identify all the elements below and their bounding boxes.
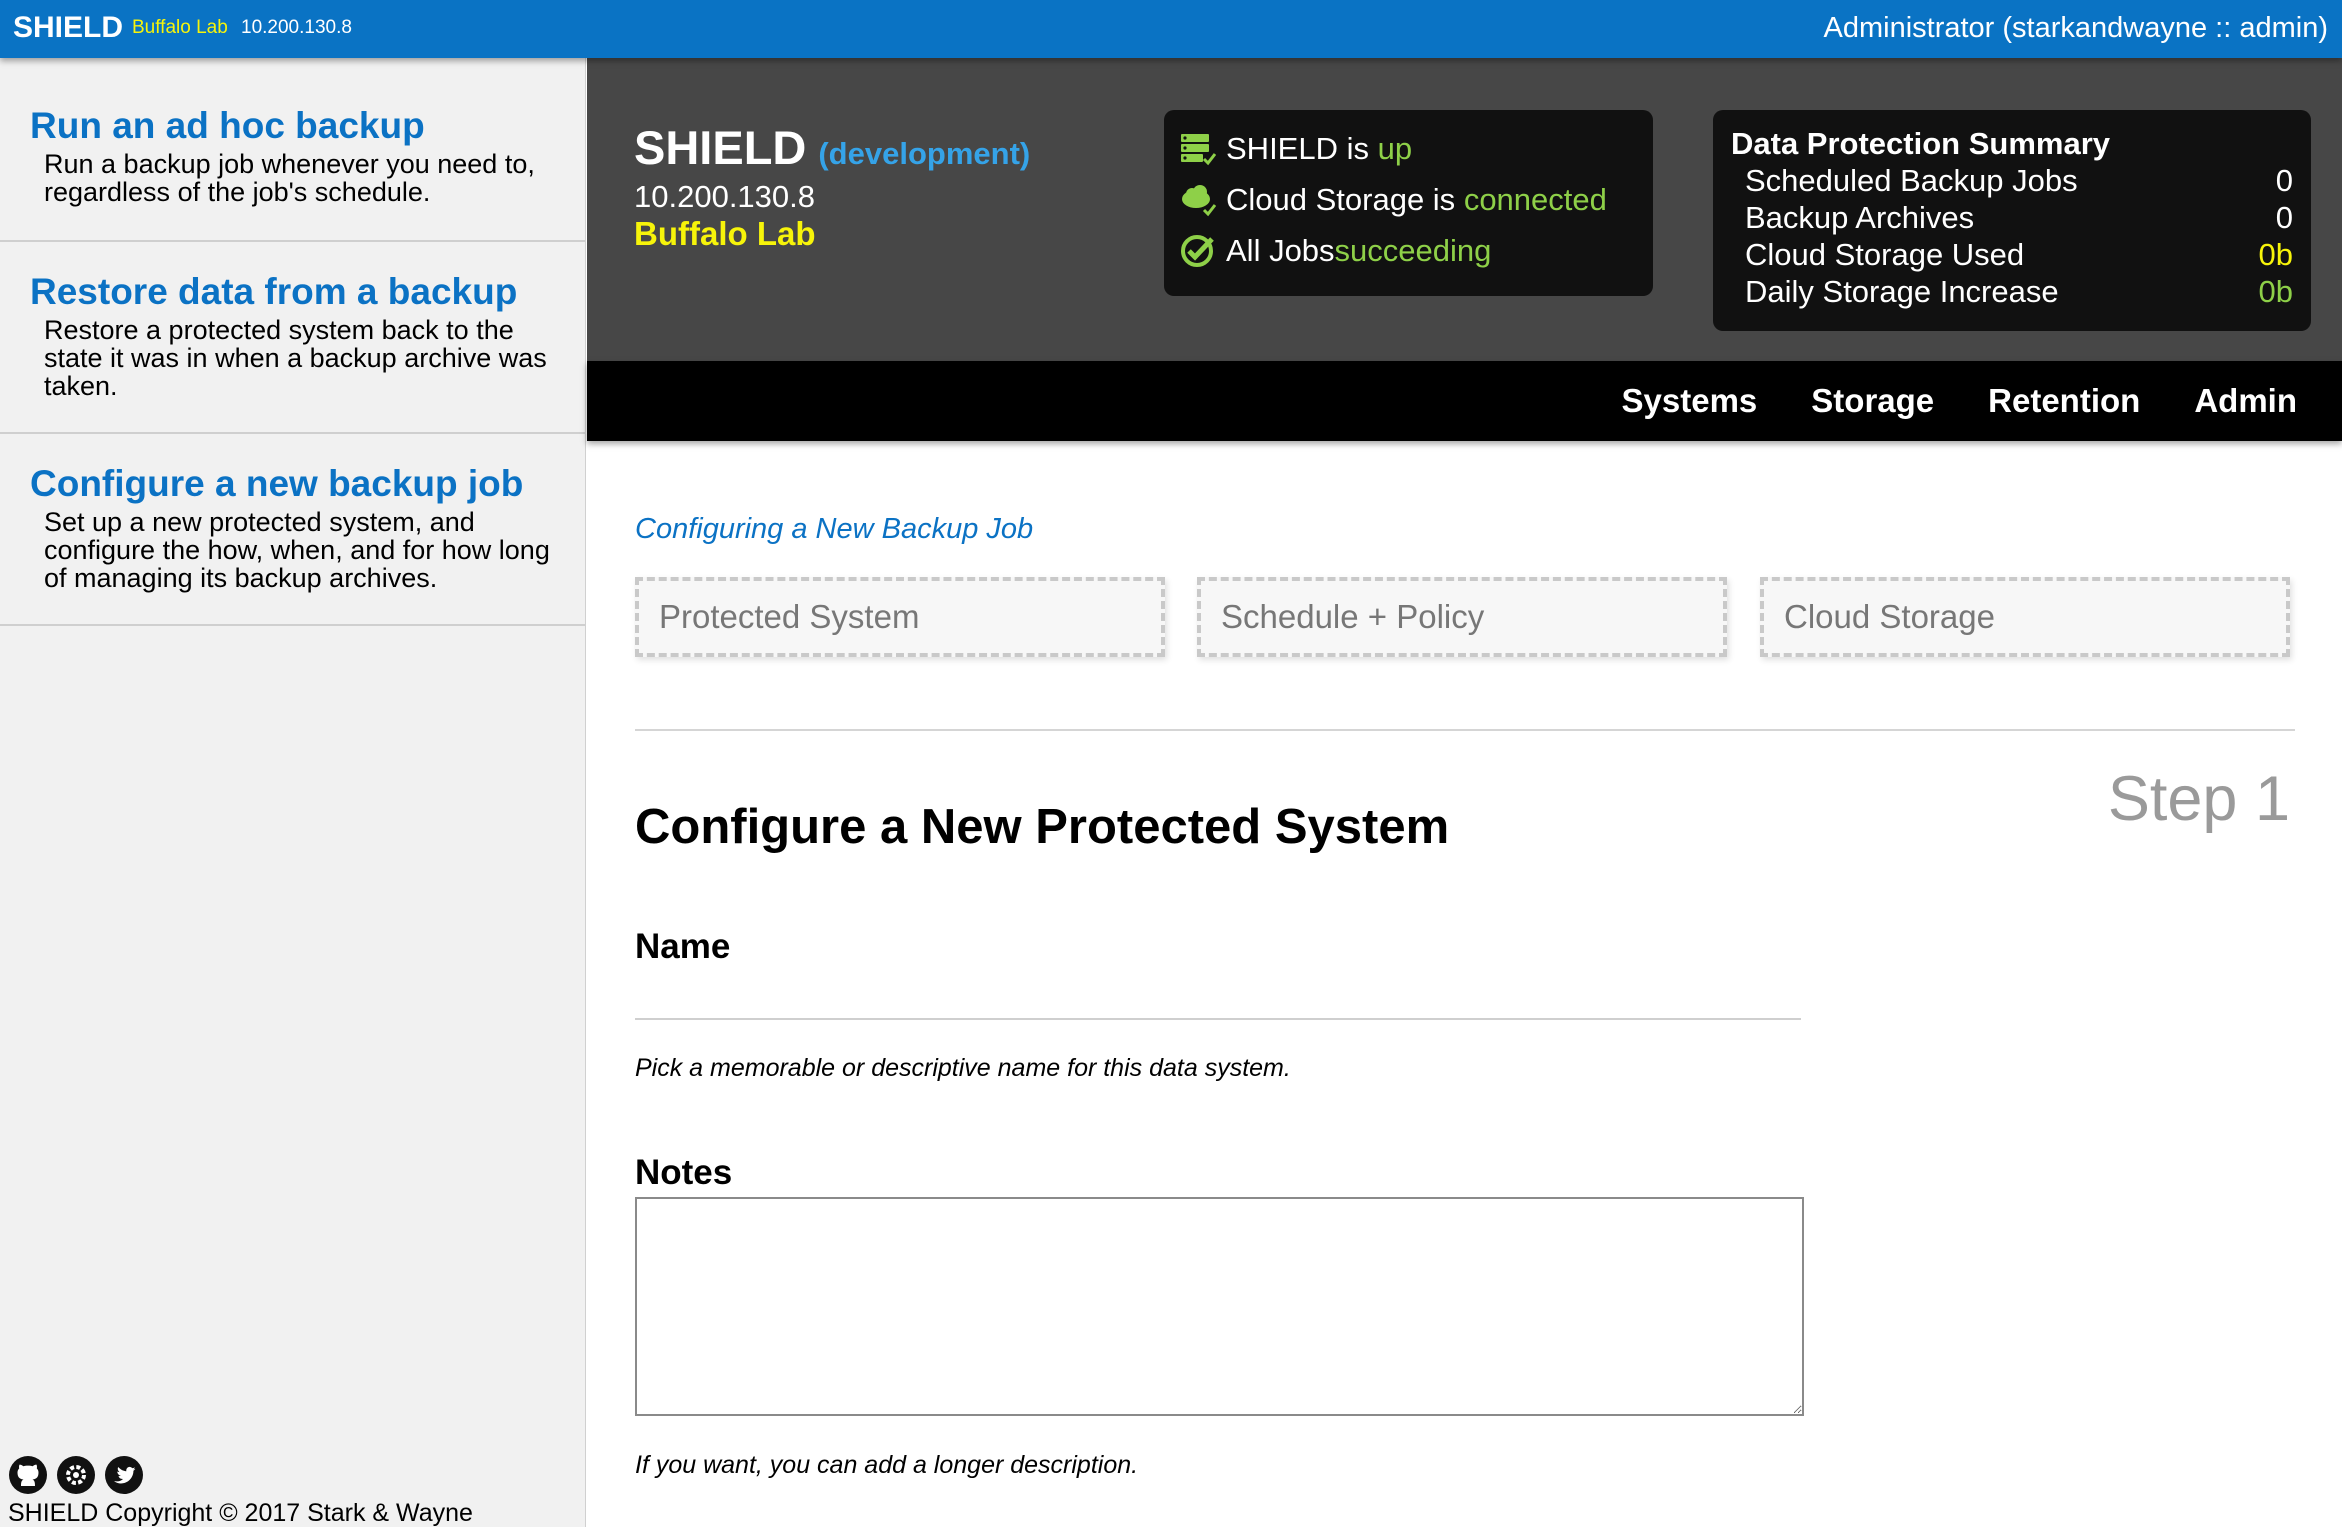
notes-textarea[interactable] xyxy=(635,1197,1804,1416)
cloud-check-icon xyxy=(1182,185,1216,217)
health-status: succeeding xyxy=(1334,233,1492,268)
step-schedule-policy[interactable]: Schedule + Policy xyxy=(1197,577,1727,657)
copyright: SHIELD Copyright © 2017 Stark & Wayne xyxy=(8,1499,473,1527)
footer-icons xyxy=(8,1455,144,1495)
summary-label: Cloud Storage Used xyxy=(1745,237,2025,272)
sidebar-item-description: Restore a protected system back to the s… xyxy=(44,315,547,401)
checkmark-badge-icon xyxy=(1181,235,1214,267)
system-lab: Buffalo Lab xyxy=(634,215,816,252)
health-status: up xyxy=(1377,131,1413,166)
nav-admin[interactable]: Admin xyxy=(2194,381,2297,421)
health-prefix: Cloud Storage is xyxy=(1226,182,1456,217)
health-row-shield: SHIELD is up xyxy=(1180,131,1412,167)
summary-panel: Data Protection Summary Scheduled Backup… xyxy=(1713,110,2311,331)
health-row-cloud: Cloud Storage is connected xyxy=(1180,182,1607,218)
summary-row: Scheduled Backup Jobs 0 xyxy=(1745,163,2293,199)
form-title: Configure a New Protected System xyxy=(635,800,1450,854)
sidebar-item-adhoc-backup[interactable]: Run an ad hoc backup Run a backup job wh… xyxy=(0,58,585,242)
nav-storage[interactable]: Storage xyxy=(1811,381,1934,421)
brand-logo[interactable]: SHIELD xyxy=(13,10,123,46)
breadcrumb: Configuring a New Backup Job xyxy=(635,513,1034,545)
sidebar-item-description: Run a backup job whenever you need to, r… xyxy=(44,149,535,207)
sidebar-item-configure-job[interactable]: Configure a new backup job Set up a new … xyxy=(0,434,585,626)
step-indicator: Step 1 xyxy=(2107,764,2290,834)
system-title: SHIELD (development) xyxy=(634,122,1030,180)
health-prefix: All Jobs xyxy=(1226,233,1335,268)
summary-label: Backup Archives xyxy=(1745,200,1975,235)
sidebar-item-description: Set up a new protected system, and confi… xyxy=(44,507,550,593)
health-status: connected xyxy=(1463,182,1607,217)
name-help-text: Pick a memorable or descriptive name for… xyxy=(635,1054,1291,1082)
summary-value: 0b xyxy=(2258,237,2293,272)
nav-systems[interactable]: Systems xyxy=(1622,381,1758,421)
system-name: SHIELD xyxy=(634,121,807,174)
summary-value: 0b xyxy=(2258,274,2293,309)
summary-row: Daily Storage Increase 0b xyxy=(1745,274,2293,310)
environment-ip: 10.200.130.8 xyxy=(241,17,352,38)
step-cloud-storage[interactable]: Cloud Storage xyxy=(1760,577,2290,657)
sidebar-item-title[interactable]: Run an ad hoc backup xyxy=(30,106,585,146)
health-panel: SHIELD is up Cloud Storage is connected … xyxy=(1164,110,1653,296)
system-environment: (development) xyxy=(818,136,1031,171)
summary-label: Daily Storage Increase xyxy=(1745,274,2059,309)
summary-row: Backup Archives 0 xyxy=(1745,200,2293,236)
summary-heading: Data Protection Summary xyxy=(1731,126,2110,161)
notes-help-text: If you want, you can add a longer descri… xyxy=(635,1451,1139,1479)
notes-label: Notes xyxy=(635,1153,733,1192)
summary-label: Scheduled Backup Jobs xyxy=(1745,163,2078,198)
status-header: SHIELD (development) 10.200.130.8 Buffalo… xyxy=(587,58,2342,361)
gear-icon[interactable] xyxy=(56,1455,96,1495)
sidebar-item-title[interactable]: Restore data from a backup xyxy=(30,272,585,312)
health-row-jobs: All Jobs succeeding xyxy=(1180,233,1491,269)
sidebar-item-title[interactable]: Configure a new backup job xyxy=(30,464,585,504)
sidebar-item-restore[interactable]: Restore data from a backup Restore a pro… xyxy=(0,242,585,434)
name-label: Name xyxy=(635,927,731,966)
nav-retention[interactable]: Retention xyxy=(1988,381,2140,421)
summary-value: 0 xyxy=(2275,200,2293,235)
environment-name: Buffalo Lab xyxy=(132,17,228,38)
summary-row: Cloud Storage Used 0b xyxy=(1745,237,2293,273)
sidebar: Run an ad hoc backup Run a backup job wh… xyxy=(0,58,586,1527)
github-icon[interactable] xyxy=(8,1455,48,1495)
top-bar: SHIELD Buffalo Lab 10.200.130.8 Administ… xyxy=(0,0,2342,58)
system-ip: 10.200.130.8 xyxy=(634,179,816,214)
name-input[interactable] xyxy=(635,980,1801,1020)
twitter-icon[interactable] xyxy=(104,1455,144,1495)
health-prefix: SHIELD is xyxy=(1226,131,1369,166)
main-nav: Systems Storage Retention Admin xyxy=(587,361,2342,441)
user-menu[interactable]: Administrator (starkandwayne :: admin) xyxy=(1824,11,2328,45)
server-check-icon xyxy=(1181,134,1216,166)
summary-value: 0 xyxy=(2275,163,2293,198)
divider xyxy=(635,729,2295,731)
step-protected-system[interactable]: Protected System xyxy=(635,577,1165,657)
